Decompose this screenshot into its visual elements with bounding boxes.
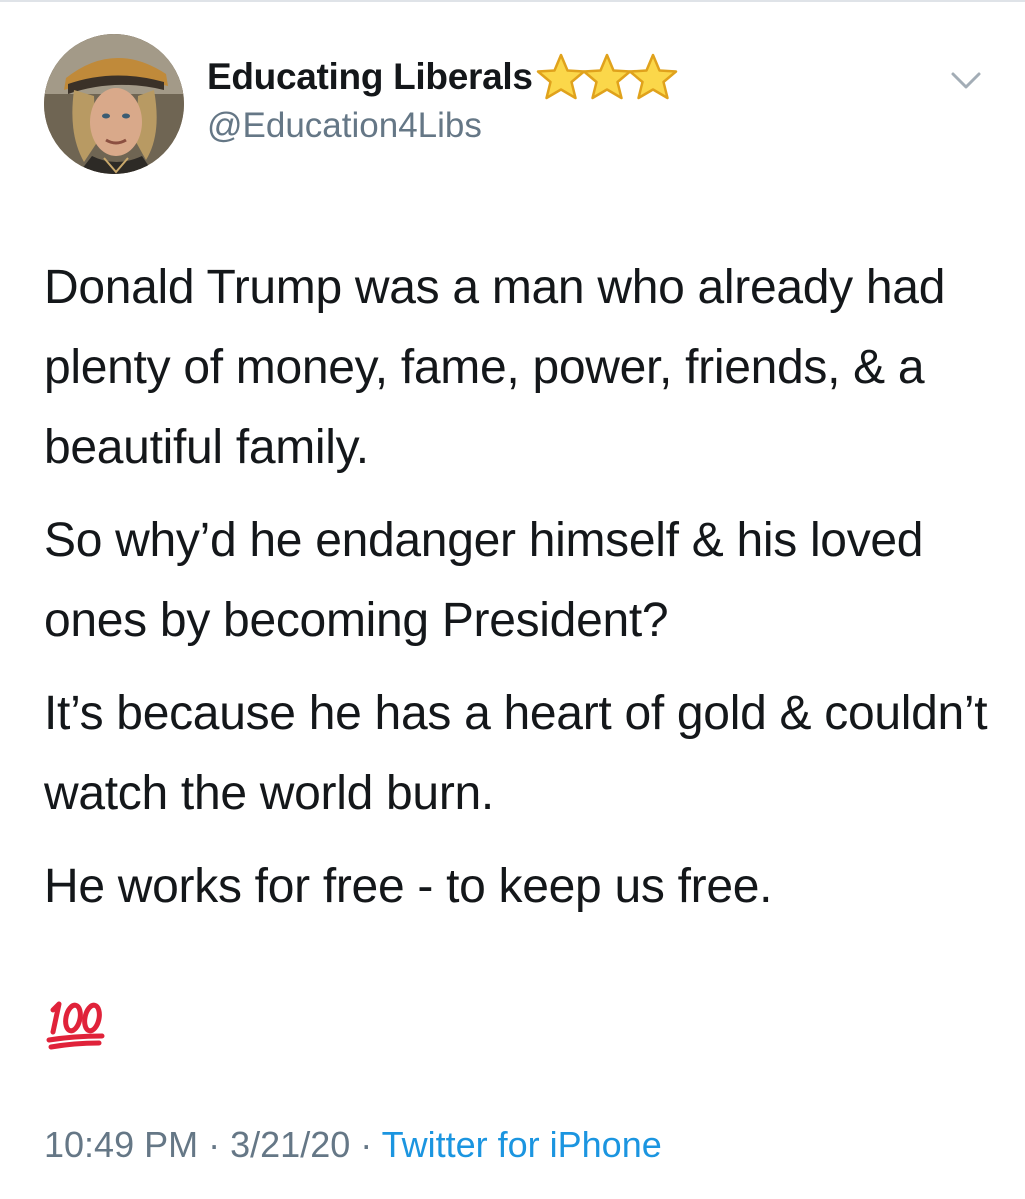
name-badges: [536, 52, 679, 102]
chevron-down-icon[interactable]: [946, 66, 986, 96]
tweet-card: Educating Liberals @Education4Libs Donal…: [0, 0, 1025, 1199]
tweet-meta: 10:49 PM · 3/21/20 · Twitter for iPhone: [44, 1124, 662, 1166]
star-icon: [582, 53, 631, 100]
tweet-text: Donald Trump was a man who already had p…: [44, 248, 994, 940]
user-handle[interactable]: @Education4Libs: [207, 106, 482, 146]
tweet-paragraph: He works for free - to keep us free.: [44, 860, 773, 913]
star-icon: [628, 53, 677, 100]
tweet-time[interactable]: 10:49 PM: [44, 1124, 198, 1165]
hundred-points-icon: [46, 1001, 105, 1050]
name-row: Educating Liberals: [207, 52, 679, 102]
tweet-paragraph: It’s because he has a heart of gold & co…: [44, 687, 988, 820]
tweet-paragraph: So why’d he endanger himself & his loved…: [44, 514, 924, 647]
tweet-paragraph: Donald Trump was a man who already had p…: [44, 261, 946, 474]
display-name[interactable]: Educating Liberals: [207, 56, 533, 98]
tweet-source-link[interactable]: Twitter for iPhone: [382, 1124, 662, 1165]
avatar[interactable]: [44, 34, 184, 174]
star-icon: [536, 53, 585, 100]
meta-separator: ·: [360, 1124, 373, 1165]
tweet-date[interactable]: 3/21/20: [230, 1124, 350, 1165]
meta-separator: ·: [208, 1124, 221, 1165]
